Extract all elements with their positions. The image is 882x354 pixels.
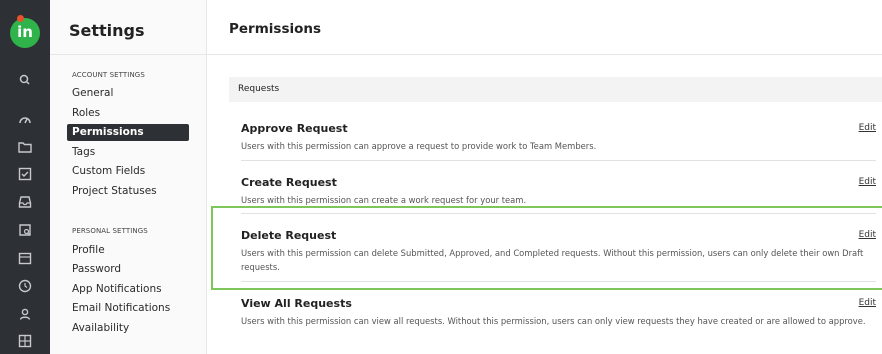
icon-rail: in [0, 0, 50, 354]
folder-icon[interactable] [17, 139, 33, 155]
inbox-icon[interactable] [17, 194, 33, 210]
dashboard-icon[interactable] [17, 112, 33, 128]
permission-title: Approve Request [241, 122, 348, 135]
edit-link[interactable]: Edit [859, 177, 876, 187]
permission-title: Create Request [241, 176, 337, 189]
sidebar-item-roles[interactable]: Roles [67, 105, 189, 122]
people-icon[interactable] [17, 306, 33, 322]
time-icon[interactable] [17, 278, 33, 294]
page-title: Permissions [207, 0, 882, 55]
calendar-icon[interactable] [17, 250, 33, 266]
sidebar-item-project-statuses[interactable]: Project Statuses [67, 183, 189, 200]
permission-row-view-all-requests: View All Requests Users with this permis… [229, 297, 882, 333]
permission-group-header: Requests [229, 77, 882, 102]
reports-icon[interactable] [17, 222, 33, 238]
personal-settings-heading: PERSONAL SETTINGS [72, 227, 148, 235]
sidebar-item-app-notifications[interactable]: App Notifications [67, 281, 189, 298]
app-logo[interactable]: in [10, 18, 40, 48]
permission-description: Users with this permission can create a … [241, 195, 527, 205]
sidebar-item-custom-fields[interactable]: Custom Fields [67, 163, 189, 180]
sidebar-item-email-notifications[interactable]: Email Notifications [67, 300, 189, 317]
permission-description: Users with this permission can approve a… [241, 141, 597, 151]
account-settings-heading: ACCOUNT SETTINGS [72, 71, 145, 79]
logo-accent-dot [17, 15, 24, 22]
sidebar-title: Settings [50, 0, 206, 55]
edit-link[interactable]: Edit [859, 123, 876, 133]
sidebar-item-general[interactable]: General [67, 85, 189, 102]
tasks-icon[interactable] [17, 166, 33, 182]
sidebar-item-tags[interactable]: Tags [67, 144, 189, 161]
row-divider [241, 160, 876, 161]
highlight-box [211, 206, 882, 290]
settings-sidebar: Settings ACCOUNT SETTINGS General Roles … [50, 0, 207, 354]
permission-title: View All Requests [241, 297, 352, 310]
search-icon[interactable] [17, 72, 33, 88]
sidebar-item-profile[interactable]: Profile [67, 242, 189, 259]
permission-row-approve-request: Approve Request Users with this permissi… [229, 122, 882, 158]
sidebar-item-permissions[interactable]: Permissions [67, 124, 189, 141]
sidebar-item-password[interactable]: Password [67, 261, 189, 278]
sidebar-item-availability[interactable]: Availability [67, 320, 189, 337]
board-icon[interactable] [17, 333, 33, 349]
edit-link[interactable]: Edit [859, 298, 876, 308]
permission-description: Users with this permission can view all … [241, 316, 866, 326]
